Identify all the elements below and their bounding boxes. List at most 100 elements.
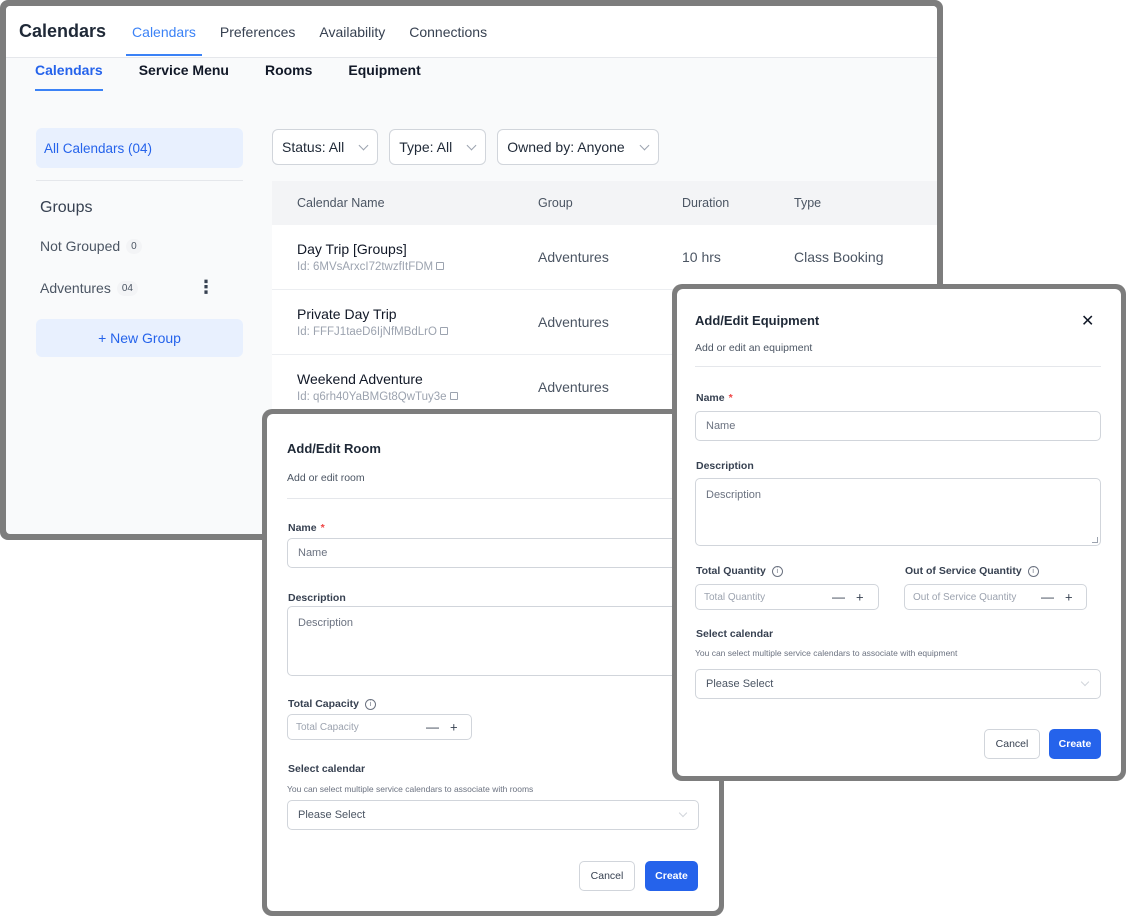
total-qty-label-text: Total Quantity [696, 565, 766, 577]
status-filter-label: Status: All [282, 139, 345, 155]
info-icon: i [365, 698, 376, 710]
count-badge: 04 [116, 280, 138, 296]
calendar-id: Id: 6MVsArxcI72twzfItFDM [297, 261, 434, 273]
plus-icon[interactable]: + [450, 720, 458, 735]
equipment-select-calendar-label: Select calendar [696, 628, 774, 640]
equipment-create-button[interactable]: Create [1049, 729, 1101, 759]
room-modal: Add/Edit Room Add or edit room Name * Na… [267, 414, 719, 911]
room-capacity-placeholder: Total Capacity [296, 721, 359, 733]
subtab-service-menu[interactable]: Service Menu [139, 58, 229, 91]
subtab-calendars[interactable]: Calendars [35, 58, 103, 91]
filters-bar: Status: All Type: All Owned by: Anyone [272, 129, 659, 165]
sidebar-item-adventures[interactable]: Adventures 04 ⋮ [36, 277, 243, 299]
minus-icon[interactable]: — [1041, 590, 1054, 605]
group-label: Not Grouped [40, 238, 121, 254]
calendar-name[interactable]: Private Day Trip [297, 306, 538, 322]
room-modal-frame: Add/Edit Room Add or edit room Name * Na… [262, 409, 724, 916]
calendar-name[interactable]: Weekend Adventure [297, 371, 538, 387]
header-duration: Duration [682, 196, 730, 210]
sidebar: All Calendars (04) Groups Not Grouped 0 … [36, 128, 243, 357]
header-type: Type [794, 196, 822, 210]
room-capacity-stepper[interactable]: Total Capacity — + [287, 714, 472, 740]
equipment-modal: Add/Edit Equipment ✕ Add or edit an equi… [677, 289, 1121, 776]
info-icon: i [771, 565, 783, 577]
calendar-type: Class Booking [794, 249, 884, 265]
room-select-value: Please Select [298, 809, 366, 821]
copy-icon[interactable] [439, 327, 448, 335]
calendar-duration: 10 hrs [682, 249, 721, 265]
room-name-input[interactable]: Name [287, 538, 699, 568]
equipment-description-input[interactable]: Description [695, 478, 1101, 546]
total-qty-placeholder: Total Quantity [704, 591, 766, 603]
oos-qty-placeholder: Out of Service Quantity [913, 591, 1017, 603]
room-modal-subtitle: Add or edit room [287, 472, 365, 484]
subtab-equipment[interactable]: Equipment [348, 58, 420, 91]
sidebar-divider [36, 180, 243, 181]
chevron-down-icon [466, 140, 477, 150]
equipment-select-calendar-dropdown[interactable]: Please Select [695, 669, 1101, 699]
kebab-menu-icon[interactable]: ⋮ [197, 277, 215, 298]
oos-qty-label-text: Out of Service Quantity [905, 565, 1022, 577]
copy-icon[interactable] [449, 392, 458, 400]
subtab-rooms[interactable]: Rooms [265, 58, 312, 91]
required-asterisk: * [320, 522, 325, 534]
table-row[interactable]: Day Trip [Groups] Id: 6MVsArxcI72twzfItF… [272, 225, 937, 290]
plus-icon[interactable]: + [856, 590, 864, 605]
room-name-label: Name * [288, 522, 325, 534]
equipment-name-input[interactable]: Name [695, 411, 1101, 441]
calendar-group: Adventures [538, 314, 609, 330]
plus-icon[interactable]: + [1065, 590, 1073, 605]
header-group: Group [538, 196, 573, 210]
status-filter[interactable]: Status: All [272, 129, 379, 165]
type-filter[interactable]: Type: All [389, 129, 487, 165]
top-bar: Calendars Calendars Preferences Availabi… [6, 6, 937, 58]
sidebar-item-all-calendars[interactable]: All Calendars (04) [36, 128, 243, 168]
equipment-total-qty-label: Total Quantity i [696, 565, 783, 577]
room-capacity-label: Total Capacity i [288, 698, 376, 710]
calendar-group: Adventures [538, 249, 609, 265]
calendar-id: Id: FFFJ1taeD6IjNfMBdLrO [297, 326, 437, 338]
sidebar-item-not-grouped[interactable]: Not Grouped 0 [36, 235, 243, 257]
owned-by-filter[interactable]: Owned by: Anyone [497, 129, 659, 165]
owned-by-filter-label: Owned by: Anyone [507, 139, 625, 155]
new-group-button[interactable]: + New Group [36, 319, 243, 357]
room-create-button[interactable]: Create [645, 861, 698, 891]
equipment-total-qty-stepper[interactable]: Total Quantity — + [695, 584, 879, 610]
equipment-oos-qty-stepper[interactable]: Out of Service Quantity — + [904, 584, 1087, 610]
room-description-input[interactable]: Description [287, 606, 699, 676]
table-header: Calendar Name Group Duration Type [272, 181, 937, 225]
calendar-name[interactable]: Day Trip [Groups] [297, 241, 538, 257]
tab-connections[interactable]: Connections [409, 6, 487, 58]
equipment-cancel-button[interactable]: Cancel [984, 729, 1040, 759]
chevron-down-icon [678, 808, 688, 818]
chevron-down-icon [358, 140, 369, 150]
room-modal-divider [287, 498, 699, 499]
equipment-select-calendar-hint: You can select multiple service calendar… [695, 648, 958, 658]
equipment-description-placeholder: Description [706, 489, 762, 501]
copy-icon[interactable] [436, 262, 445, 270]
minus-icon[interactable]: — [426, 720, 439, 735]
type-filter-label: Type: All [399, 139, 453, 155]
info-icon: i [1027, 565, 1039, 577]
equipment-modal-title: Add/Edit Equipment [695, 313, 820, 328]
chevron-down-icon [1080, 677, 1090, 687]
equipment-select-value: Please Select [706, 678, 774, 690]
equipment-modal-frame: Add/Edit Equipment ✕ Add or edit an equi… [672, 284, 1126, 781]
app-title: Calendars [19, 21, 107, 41]
calendar-group: Adventures [538, 379, 609, 395]
equipment-oos-qty-label: Out of Service Quantity i [905, 565, 1039, 577]
close-icon[interactable]: ✕ [1081, 311, 1094, 331]
room-select-calendar-dropdown[interactable]: Please Select [287, 800, 699, 830]
room-cancel-button[interactable]: Cancel [579, 861, 635, 891]
tab-availability[interactable]: Availability [319, 6, 385, 58]
tab-calendars[interactable]: Calendars [126, 6, 202, 58]
resize-handle-icon[interactable] [1092, 537, 1098, 543]
minus-icon[interactable]: — [832, 590, 845, 605]
sub-tabs: Calendars Service Menu Rooms Equipment [6, 58, 937, 98]
equipment-modal-subtitle: Add or edit an equipment [695, 342, 813, 354]
tab-preferences[interactable]: Preferences [220, 6, 295, 58]
group-label: Adventures [40, 280, 111, 296]
count-badge: 0 [126, 238, 142, 254]
room-select-calendar-label: Select calendar [288, 763, 366, 775]
groups-title: Groups [40, 199, 93, 216]
